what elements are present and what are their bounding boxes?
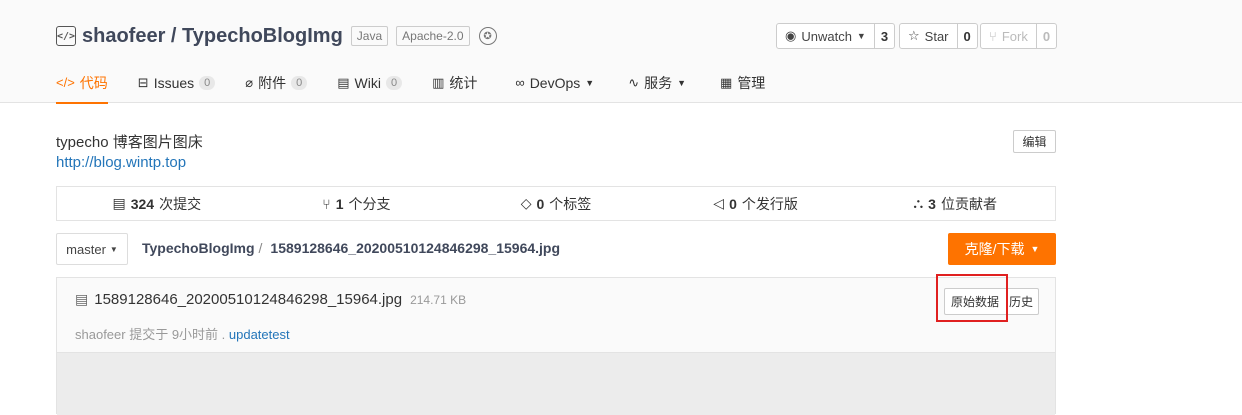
tab-wiki-label: Wiki	[354, 74, 381, 91]
caret-down-icon: ▼	[109, 244, 118, 254]
breadcrumb-file: 1589128646_20200510124846298_15964.jpg	[270, 240, 561, 256]
tab-wiki[interactable]: ▤ Wiki 0	[337, 62, 403, 103]
raw-data-button[interactable]: 原始数据	[944, 288, 1007, 315]
repo-title: </> shaofeer / TypechoBlogImg Java Apach…	[56, 20, 497, 52]
tab-issues[interactable]: ⊟ Issues 0	[138, 62, 216, 103]
repo-separator: /	[165, 24, 183, 47]
contributors-label: 位贡献者	[940, 195, 997, 212]
homepage-link[interactable]: http://blog.wintp.top	[56, 154, 186, 171]
repo-tabs: </> 代码 ⊟ Issues 0 ⌀ 附件 0 ▤ Wiki 0 ▥ 统计 ∞…	[56, 62, 795, 104]
caret-down-icon: ▼	[856, 31, 866, 41]
fork-icon: ⑂	[989, 28, 997, 44]
tab-services[interactable]: ∿ 服务 ▼	[628, 62, 686, 103]
branches-label: 个分支	[348, 195, 391, 212]
file-title: ▤ 1589128646_20200510124846298_15964.jpg…	[75, 291, 466, 308]
tab-attachments-label: 附件	[258, 74, 287, 91]
caret-down-icon: ▼	[1030, 244, 1040, 254]
commit-info: shaofeer 提交于 9小时前 . updatetest	[75, 324, 290, 343]
tab-wiki-count: 0	[385, 75, 403, 90]
file-panel: ▤ 1589128646_20200510124846298_15964.jpg…	[56, 274, 1056, 415]
tab-code[interactable]: </> 代码	[56, 62, 108, 104]
stat-contributors[interactable]: ⛬ 3 位贡献者	[855, 194, 1055, 214]
tab-attachments-count: 0	[291, 75, 308, 90]
code-icon: </>	[56, 75, 75, 90]
commit-message-link[interactable]: updatetest	[229, 327, 290, 342]
eye-icon: ◉	[785, 28, 797, 43]
clone-download-button[interactable]: 克隆/下载 ▼	[948, 233, 1056, 265]
tags-count: 0	[536, 195, 545, 212]
release-icon: ◁	[713, 195, 725, 211]
fork-count[interactable]: 0	[1037, 24, 1056, 48]
repo-code-icon: </>	[56, 26, 76, 46]
repo-header: </> shaofeer / TypechoBlogImg Java Apach…	[0, 0, 1242, 104]
file-name: 1589128646_20200510124846298_15964.jpg	[94, 291, 403, 308]
breadcrumb-separator: /	[258, 240, 263, 256]
tag-icon: ◇	[520, 195, 532, 211]
edit-button[interactable]: 编辑	[1013, 130, 1056, 153]
star-button[interactable]: ☆ Star 0	[899, 23, 978, 49]
commits-count: 324	[130, 195, 155, 212]
breadcrumb-root[interactable]: TypechoBlogImg	[142, 240, 255, 256]
file-size: 214.71 KB	[410, 292, 467, 307]
settings-icon: ▦	[720, 74, 733, 90]
file-preview-area	[57, 353, 1055, 415]
tab-stats[interactable]: ▥ 统计	[432, 62, 477, 103]
tab-devops-label: DevOps	[529, 74, 581, 91]
file-header: ▤ 1589128646_20200510124846298_15964.jpg…	[57, 274, 1055, 353]
repo-description: typecho 博客图片图床	[56, 134, 203, 151]
tab-attachments[interactable]: ⌀ 附件 0	[245, 62, 308, 103]
breadcrumb: TypechoBlogImg / 1589128646_202005101248…	[142, 240, 560, 256]
tab-stats-label: 统计	[449, 74, 478, 91]
repo-stats-bar: ▤ 324 次提交 ⑂ 1 个分支 ◇ 0 个标签 ◁ 0 个发行版 ⛬ 3 位…	[56, 186, 1056, 221]
branch-icon: ⑂	[322, 195, 331, 212]
tags-label: 个标签	[549, 195, 592, 212]
contributors-count: 3	[928, 195, 936, 212]
releases-label: 个发行版	[741, 195, 798, 212]
branch-name: master	[66, 241, 106, 257]
repo-owner-link[interactable]: shaofeer	[82, 25, 165, 48]
repo-name-link[interactable]: TypechoBlogImg	[182, 25, 343, 48]
branches-count: 1	[335, 195, 344, 212]
fork-label: Fork	[1001, 28, 1028, 44]
tab-settings-label: 管理	[737, 74, 766, 91]
caret-down-icon: ▼	[585, 77, 595, 88]
contributors-icon: ⛬	[913, 195, 924, 211]
releases-count: 0	[729, 195, 737, 212]
language-badge[interactable]: Java	[350, 26, 389, 46]
fork-button[interactable]: ⑂ Fork 0	[980, 23, 1058, 49]
pulse-icon: ∿	[628, 74, 640, 90]
tab-code-label: 代码	[79, 74, 108, 91]
tab-services-label: 服务	[644, 74, 673, 91]
star-label: Star	[924, 28, 949, 44]
award-icon[interactable]: ✪	[478, 27, 497, 45]
wiki-icon: ▤	[337, 74, 350, 90]
file-icon: ▤	[75, 291, 89, 307]
issues-icon: ⊟	[137, 74, 149, 90]
tab-issues-label: Issues	[153, 74, 195, 91]
commits-icon: ▤	[112, 195, 126, 211]
branch-selector[interactable]: master ▼	[56, 233, 128, 265]
paperclip-icon: ⌀	[245, 74, 254, 90]
watch-button[interactable]: ◉ Unwatch ▼ 3	[776, 23, 896, 49]
star-icon: ☆	[908, 28, 920, 43]
clone-label: 克隆/下载	[964, 241, 1025, 257]
star-count[interactable]: 0	[958, 24, 977, 48]
tab-settings[interactable]: ▦ 管理	[720, 62, 765, 103]
infinity-icon: ∞	[515, 75, 525, 90]
commits-label: 次提交	[159, 195, 202, 212]
chart-icon: ▥	[432, 74, 445, 90]
history-button[interactable]: 历史	[1004, 288, 1040, 315]
stat-tags[interactable]: ◇ 0 个标签	[456, 194, 656, 214]
stat-branches[interactable]: ⑂ 1 个分支	[257, 194, 457, 214]
watch-label: Unwatch	[801, 28, 852, 44]
stat-releases[interactable]: ◁ 0 个发行版	[656, 194, 856, 214]
tab-issues-count: 0	[199, 75, 216, 90]
stat-commits[interactable]: ▤ 324 次提交	[57, 194, 257, 214]
license-badge[interactable]: Apache-2.0	[396, 26, 470, 46]
watch-count[interactable]: 3	[875, 24, 894, 48]
commit-prefix: shaofeer 提交于 9小时前 .	[75, 327, 229, 342]
tab-devops[interactable]: ∞ DevOps ▼	[515, 62, 594, 103]
caret-down-icon: ▼	[677, 77, 687, 88]
